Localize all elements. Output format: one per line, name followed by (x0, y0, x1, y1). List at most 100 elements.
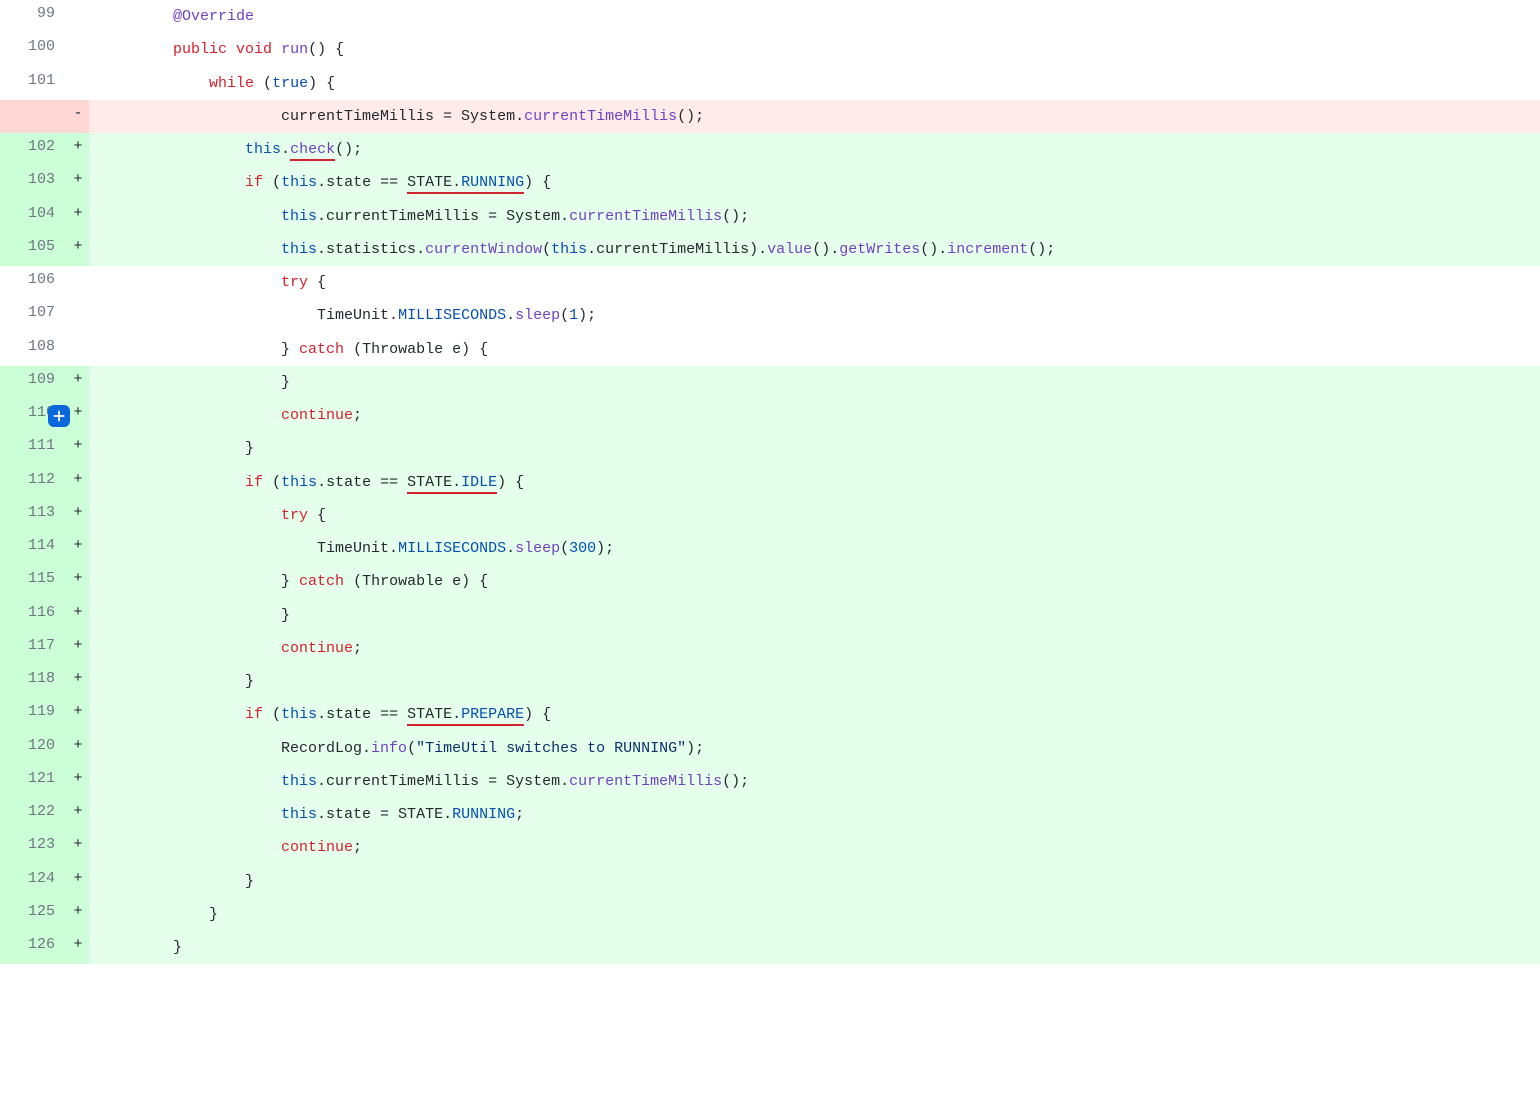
diff-row[interactable]: 99 @Override (0, 0, 1540, 33)
diff-row[interactable]: 116+ } (0, 599, 1540, 632)
line-number[interactable]: 115 (0, 565, 67, 598)
diff-row[interactable]: 121+ this.currentTimeMillis = System.cur… (0, 765, 1540, 798)
line-number[interactable]: 120 (0, 732, 67, 765)
code-cell[interactable]: } catch (Throwable e) { (89, 565, 1540, 598)
code-cell[interactable]: } (89, 432, 1540, 465)
diff-row[interactable]: 118+ } (0, 665, 1540, 698)
add-comment-button[interactable] (48, 405, 70, 427)
diff-row[interactable]: 113+ try { (0, 499, 1540, 532)
line-number[interactable] (0, 100, 67, 133)
line-number[interactable]: 112 (0, 466, 67, 499)
code-token: ); (578, 307, 596, 324)
code-cell[interactable]: } (89, 865, 1540, 898)
code-cell[interactable]: this.check(); (89, 133, 1540, 166)
line-number[interactable]: 99 (0, 0, 67, 33)
line-number[interactable]: 114 (0, 532, 67, 565)
line-number[interactable]: 101 (0, 67, 67, 100)
line-number[interactable]: 117 (0, 632, 67, 665)
code-cell[interactable]: continue; (89, 399, 1540, 432)
code-cell[interactable]: if (this.state == STATE.RUNNING) { (89, 166, 1540, 199)
diff-row[interactable]: 119+ if (this.state == STATE.PREPARE) { (0, 698, 1540, 731)
diff-row[interactable]: 104+ this.currentTimeMillis = System.cur… (0, 200, 1540, 233)
code-cell[interactable]: if (this.state == STATE.PREPARE) { (89, 698, 1540, 731)
line-number[interactable]: 111 (0, 432, 67, 465)
diff-row[interactable]: 109+ } (0, 366, 1540, 399)
line-number[interactable]: 123 (0, 831, 67, 864)
code-cell[interactable]: } (89, 898, 1540, 931)
code-cell[interactable]: @Override (89, 0, 1540, 33)
line-number[interactable]: 125 (0, 898, 67, 931)
line-number[interactable]: 106 (0, 266, 67, 299)
diff-row[interactable]: 122+ this.state = STATE.RUNNING; (0, 798, 1540, 831)
diff-row[interactable]: 108 } catch (Throwable e) { (0, 333, 1540, 366)
line-number[interactable]: 109 (0, 366, 67, 399)
diff-row[interactable]: 123+ continue; (0, 831, 1540, 864)
line-number[interactable]: 124 (0, 865, 67, 898)
diff-row[interactable]: 102+ this.check(); (0, 133, 1540, 166)
diff-row[interactable]: 100 public void run() { (0, 33, 1540, 66)
code-cell[interactable]: } (89, 599, 1540, 632)
code-cell[interactable]: } (89, 366, 1540, 399)
diff-row[interactable]: 107 TimeUnit.MILLISECONDS.sleep(1); (0, 299, 1540, 332)
code-cell[interactable]: while (true) { (89, 67, 1540, 100)
code-cell[interactable]: this.currentTimeMillis = System.currentT… (89, 200, 1540, 233)
diff-row[interactable]: 111+ } (0, 432, 1540, 465)
diff-row[interactable]: 126+ } (0, 931, 1540, 964)
code-token: . (452, 474, 461, 494)
diff-row[interactable]: 105+ this.statistics.currentWindow(this.… (0, 233, 1540, 266)
code-cell[interactable]: TimeUnit.MILLISECONDS.sleep(1); (89, 299, 1540, 332)
diff-row[interactable]: 101 while (true) { (0, 67, 1540, 100)
diff-row[interactable]: 114+ TimeUnit.MILLISECONDS.sleep(300); (0, 532, 1540, 565)
code-cell[interactable]: continue; (89, 632, 1540, 665)
diff-row[interactable]: 125+ } (0, 898, 1540, 931)
code-cell[interactable]: this.state = STATE.RUNNING; (89, 798, 1540, 831)
line-number[interactable]: 119 (0, 698, 67, 731)
diff-row[interactable]: 117+ continue; (0, 632, 1540, 665)
code-token: ( (254, 75, 272, 92)
diff-row[interactable]: 120+ RecordLog.info("TimeUtil switches t… (0, 732, 1540, 765)
code-token: ; (353, 407, 362, 424)
code-cell[interactable]: currentTimeMillis = System.currentTimeMi… (89, 100, 1540, 133)
code-cell[interactable]: try { (89, 266, 1540, 299)
line-number[interactable]: 103 (0, 166, 67, 199)
code-cell[interactable]: } catch (Throwable e) { (89, 333, 1540, 366)
line-number[interactable]: 105 (0, 233, 67, 266)
diff-row[interactable]: 103+ if (this.state == STATE.RUNNING) { (0, 166, 1540, 199)
line-number[interactable]: 107 (0, 299, 67, 332)
code-token: true (272, 75, 308, 92)
code-token: @Override (173, 8, 254, 25)
code-token: continue (281, 640, 353, 657)
line-number[interactable]: 102 (0, 133, 67, 166)
diff-marker: + (67, 931, 89, 964)
line-number[interactable]: 121 (0, 765, 67, 798)
code-cell[interactable]: TimeUnit.MILLISECONDS.sleep(300); (89, 532, 1540, 565)
code-cell[interactable]: public void run() { (89, 33, 1540, 66)
line-number[interactable]: 100 (0, 33, 67, 66)
code-cell[interactable]: } (89, 931, 1540, 964)
diff-marker (67, 266, 89, 299)
line-number[interactable]: 110 (0, 399, 67, 432)
line-number[interactable]: 126 (0, 931, 67, 964)
code-token: (Throwable e) { (344, 341, 488, 358)
diff-row[interactable]: 110+ continue; (0, 399, 1540, 432)
line-number[interactable]: 122 (0, 798, 67, 831)
code-cell[interactable]: try { (89, 499, 1540, 532)
line-number[interactable]: 118 (0, 665, 67, 698)
diff-row[interactable]: 106 try { (0, 266, 1540, 299)
code-cell[interactable]: } (89, 665, 1540, 698)
line-number[interactable]: 116 (0, 599, 67, 632)
diff-row[interactable]: 115+ } catch (Throwable e) { (0, 565, 1540, 598)
line-number[interactable]: 104 (0, 200, 67, 233)
code-token: ) { (497, 474, 524, 491)
code-cell[interactable]: if (this.state == STATE.IDLE) { (89, 466, 1540, 499)
diff-row[interactable]: - currentTimeMillis = System.currentTime… (0, 100, 1540, 133)
line-number[interactable]: 113 (0, 499, 67, 532)
code-cell[interactable]: RecordLog.info("TimeUtil switches to RUN… (89, 732, 1540, 765)
line-number[interactable]: 108 (0, 333, 67, 366)
code-token: ); (596, 540, 614, 557)
diff-row[interactable]: 112+ if (this.state == STATE.IDLE) { (0, 466, 1540, 499)
code-cell[interactable]: this.statistics.currentWindow(this.curre… (89, 233, 1540, 266)
diff-row[interactable]: 124+ } (0, 865, 1540, 898)
code-cell[interactable]: continue; (89, 831, 1540, 864)
code-cell[interactable]: this.currentTimeMillis = System.currentT… (89, 765, 1540, 798)
